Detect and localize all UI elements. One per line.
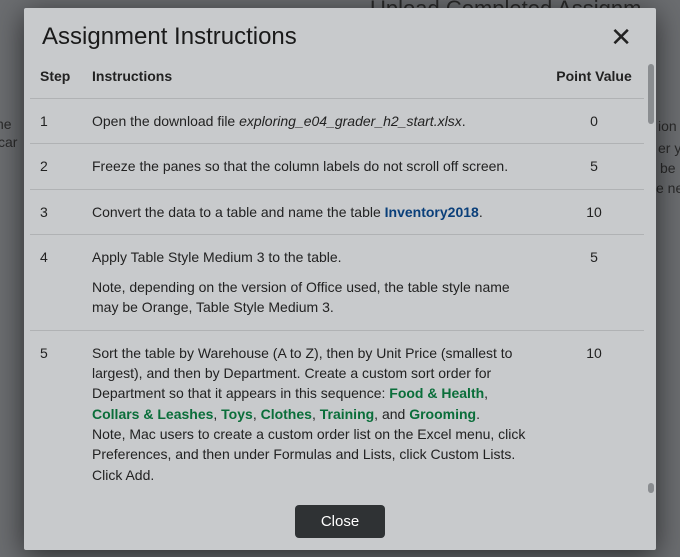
modal-body: Step Instructions Point Value 1 Open the… — [24, 60, 656, 497]
bg-right-b: er y — [658, 140, 680, 156]
modal-footer: Close — [24, 497, 656, 550]
category: Clothes — [261, 406, 312, 422]
text: Click Add. — [92, 465, 534, 485]
category: Grooming — [409, 406, 476, 422]
text: Convert the data to a table and name the… — [92, 204, 385, 220]
step-points: 5 — [544, 234, 644, 330]
table-row: 3 Convert the data to a table and name t… — [30, 189, 644, 234]
modal-header: Assignment Instructions ✕ — [24, 8, 656, 60]
text: . — [476, 406, 480, 422]
text: . — [479, 204, 483, 220]
category: Food & Health — [389, 385, 484, 401]
step-instruction: Sort the table by Warehouse (A to Z), th… — [82, 330, 544, 497]
table-name: Inventory2018 — [385, 204, 479, 220]
col-header-instructions: Instructions — [82, 60, 544, 99]
category: Toys — [221, 406, 253, 422]
table-header-row: Step Instructions Point Value — [30, 60, 644, 99]
text: Open the download file — [92, 113, 239, 129]
step-points: 0 — [544, 99, 644, 144]
step-instruction: Convert the data to a table and name the… — [82, 189, 544, 234]
sep: , — [253, 406, 261, 422]
bg-right-a: ion — [658, 118, 677, 134]
bg-right-d: e ne — [656, 180, 680, 196]
step-instruction: Freeze the panes so that the column labe… — [82, 144, 544, 189]
close-button[interactable]: Close — [295, 505, 385, 538]
bg-left-a: he — [0, 116, 12, 132]
sep: , — [213, 406, 221, 422]
text: . — [462, 113, 466, 129]
table-row: 5 Sort the table by Warehouse (A to Z), … — [30, 330, 644, 497]
step-points: 10 — [544, 330, 644, 497]
step-number: 2 — [30, 144, 82, 189]
scrollbar-thumb[interactable] — [648, 483, 654, 493]
note: Note, Mac users to create a custom order… — [92, 424, 534, 465]
step-number: 1 — [30, 99, 82, 144]
sep: , — [484, 385, 488, 401]
category: Collars & Leashes — [92, 406, 213, 422]
table-row: 4 Apply Table Style Medium 3 to the tabl… — [30, 234, 644, 330]
sep: , and — [374, 406, 409, 422]
sep: , — [312, 406, 320, 422]
step-points: 10 — [544, 189, 644, 234]
step-number: 5 — [30, 330, 82, 497]
scrollbar[interactable] — [646, 60, 654, 497]
step-points: 5 — [544, 144, 644, 189]
instructions-table: Step Instructions Point Value 1 Open the… — [30, 60, 644, 497]
text: Sort the table by Warehouse (A to Z), th… — [92, 343, 534, 424]
bg-right-c: be — [660, 160, 676, 176]
text: Apply Table Style Medium 3 to the table. — [92, 247, 534, 267]
category: Training — [320, 406, 374, 422]
assignment-instructions-modal: Assignment Instructions ✕ Step Instructi… — [24, 8, 656, 550]
step-number: 3 — [30, 189, 82, 234]
col-header-step: Step — [30, 60, 82, 99]
step-instruction: Apply Table Style Medium 3 to the table.… — [82, 234, 544, 330]
instructions-scroll-area[interactable]: Step Instructions Point Value 1 Open the… — [30, 60, 644, 497]
scrollbar-thumb[interactable] — [648, 64, 654, 124]
filename: exploring_e04_grader_h2_start.xlsx — [239, 113, 462, 129]
modal-title: Assignment Instructions — [42, 23, 297, 51]
step-number: 4 — [30, 234, 82, 330]
step-instruction: Open the download file exploring_e04_gra… — [82, 99, 544, 144]
table-row: 1 Open the download file exploring_e04_g… — [30, 99, 644, 144]
note: Note, depending on the version of Office… — [92, 277, 534, 318]
bg-left-b: car — [0, 134, 17, 150]
col-header-points: Point Value — [544, 60, 644, 99]
close-icon[interactable]: ✕ — [604, 20, 638, 54]
table-row: 2 Freeze the panes so that the column la… — [30, 144, 644, 189]
